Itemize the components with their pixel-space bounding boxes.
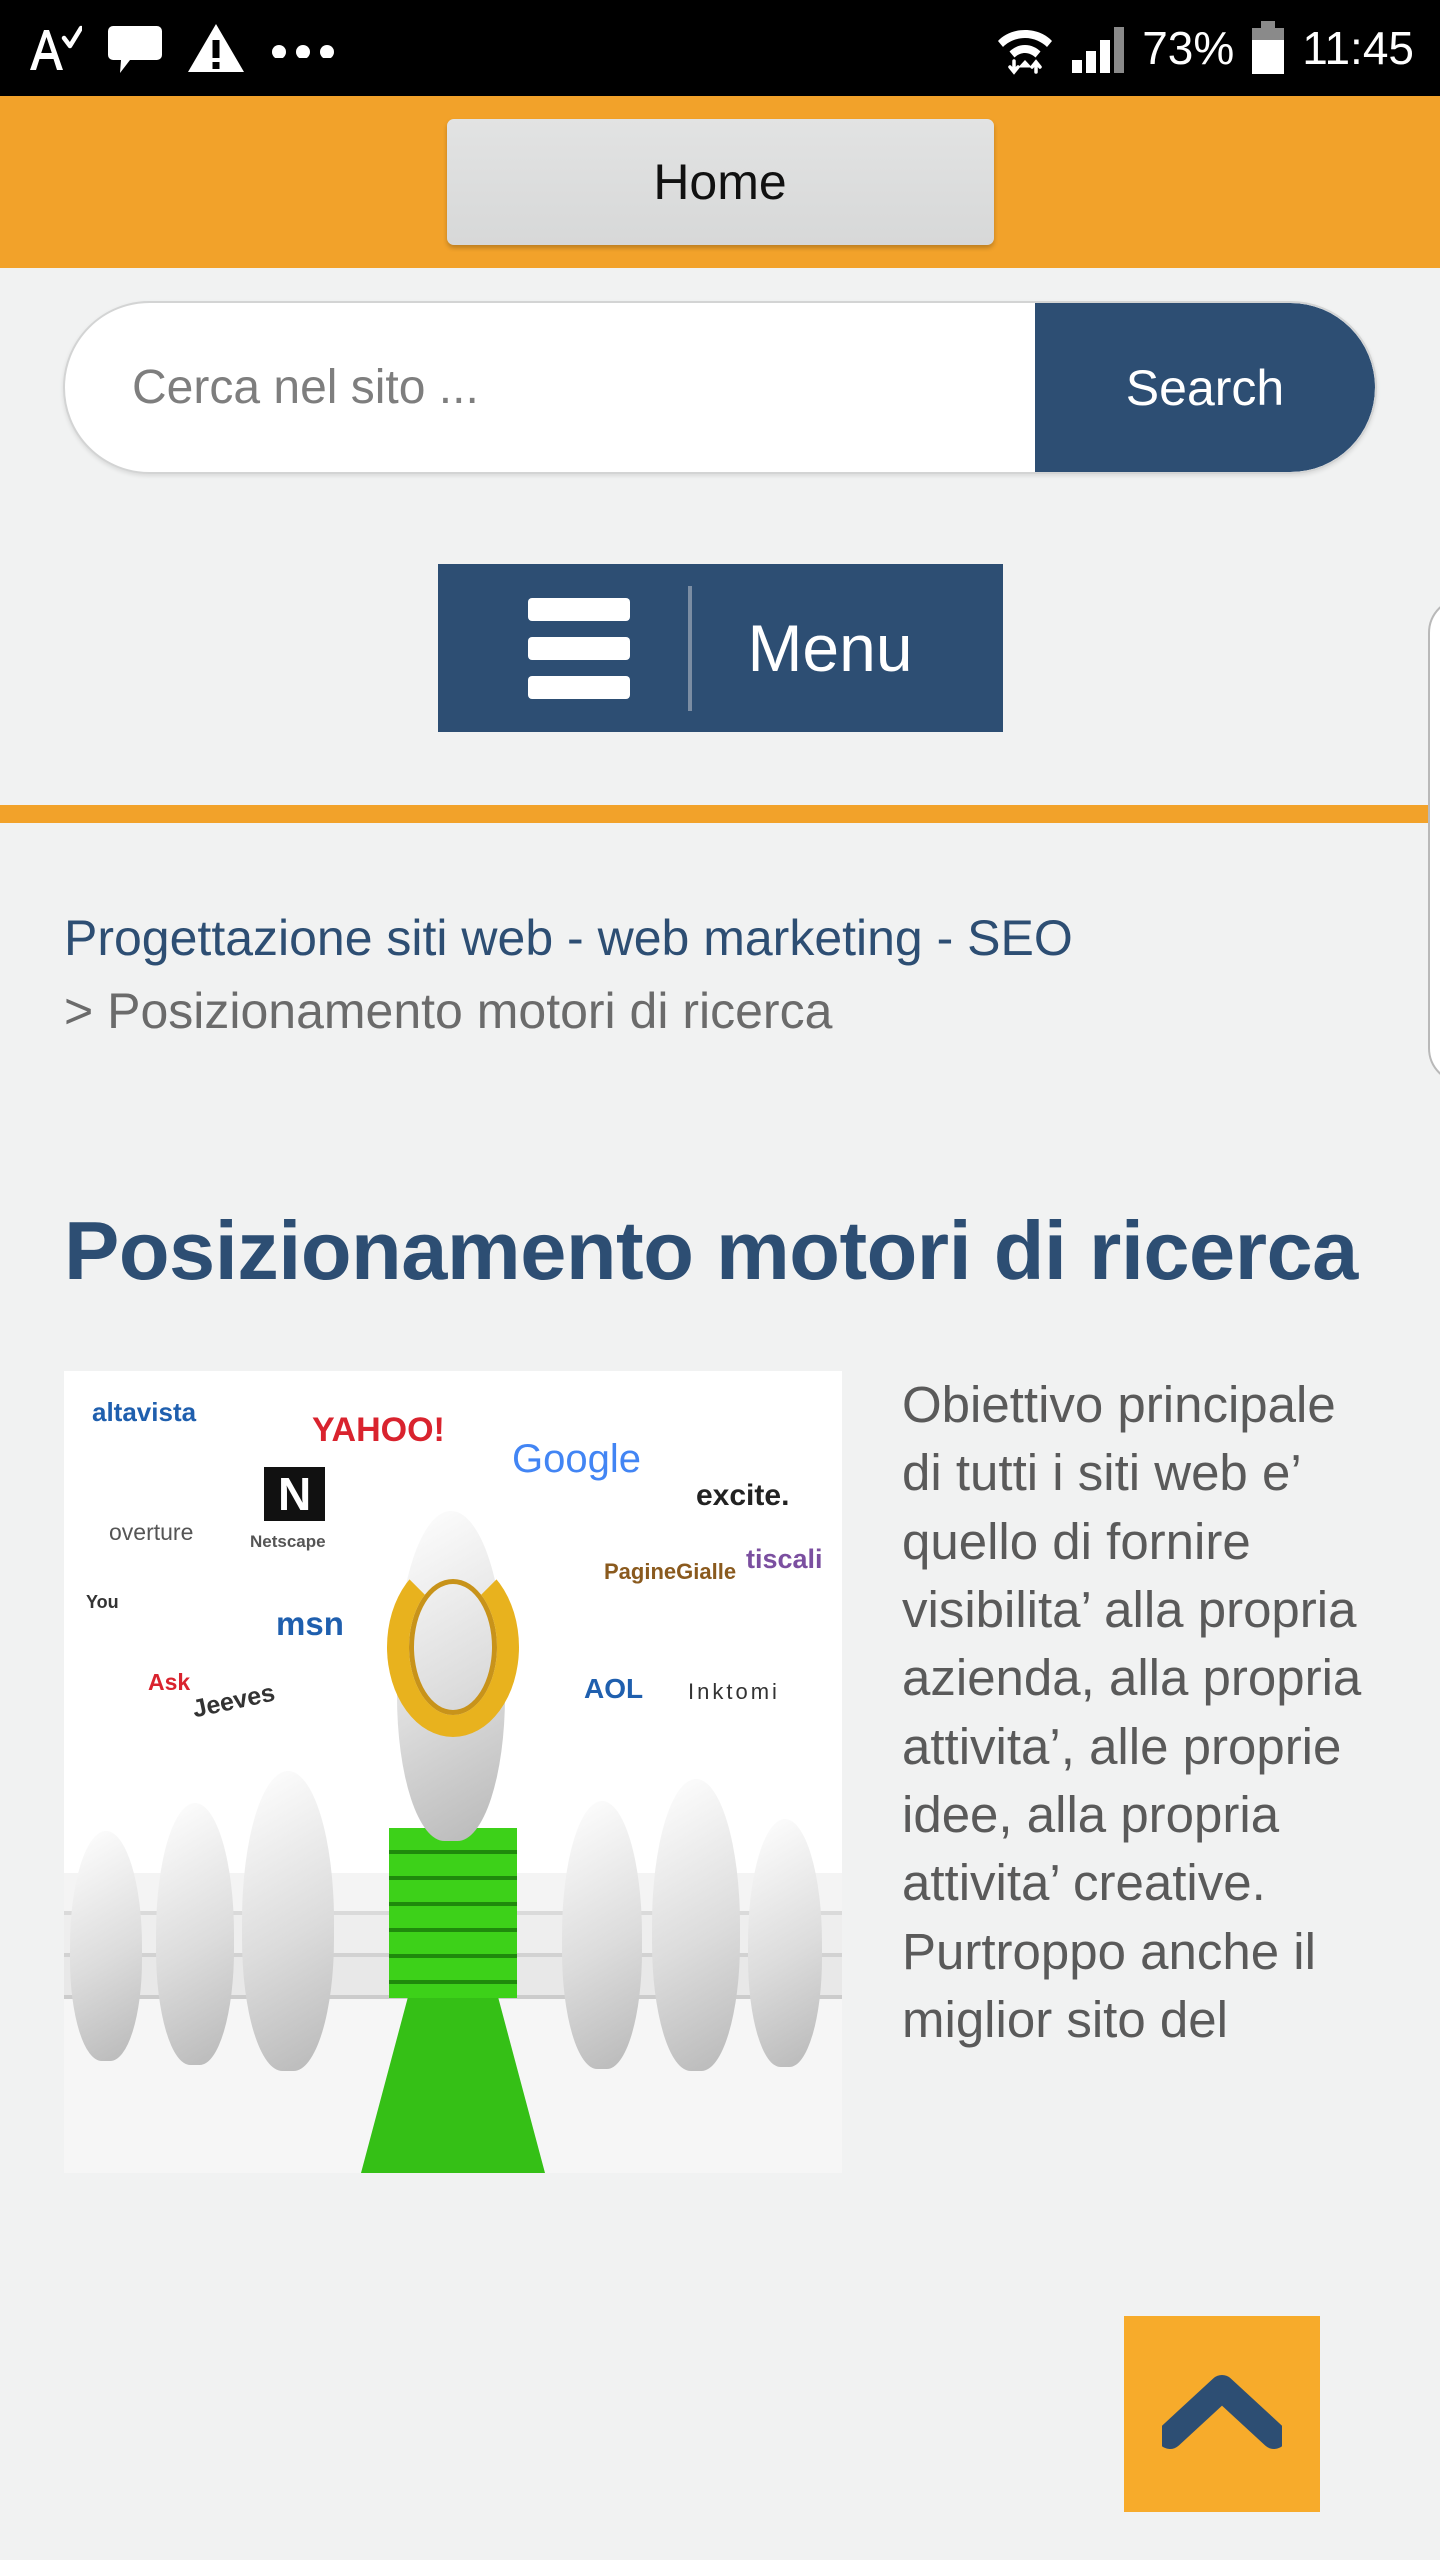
logo-netscape: Netscape xyxy=(250,1531,326,1551)
crowd-figure xyxy=(748,1818,822,2067)
search-engines-podium-illustration: altavista YAHOO! Google excite. N Netsca… xyxy=(64,1370,842,2173)
logo-overture: overture xyxy=(109,1518,194,1545)
breadcrumb-current-page: > Posizionamento motori di ricerca xyxy=(64,983,833,1039)
crowd-figure xyxy=(242,1770,334,2071)
logo-aol: AOL xyxy=(584,1672,644,1704)
breadcrumb-parent-link[interactable]: Progettazione siti web - web marketing -… xyxy=(64,908,1376,969)
crowd-figure xyxy=(156,1802,234,2065)
page-title: Posizionamento motori di ricerca xyxy=(64,1204,1358,1297)
spellcheck-icon xyxy=(26,22,82,74)
status-bar: 73% 11:45 xyxy=(0,0,1440,96)
logo-altavista: altavista xyxy=(92,1396,197,1427)
logo-paginegialle: PagineGialle xyxy=(604,1558,737,1584)
orange-divider-rule xyxy=(0,805,1440,823)
search-input[interactable] xyxy=(65,303,1035,472)
logo-yahoo: YAHOO! xyxy=(312,1410,445,1449)
menu-label: Menu xyxy=(747,611,913,685)
page-scrollbar[interactable] xyxy=(1428,597,1440,1084)
logo-excite: excite. xyxy=(696,1478,790,1512)
logo-msn: msn xyxy=(276,1604,344,1642)
battery-percent-label: 73% xyxy=(1142,22,1235,74)
back-to-top-button[interactable] xyxy=(1124,2316,1320,2512)
logo-youtube: You xyxy=(86,1591,119,1612)
crowd-figure xyxy=(562,1800,642,2069)
logo-jeeves: Jeeves xyxy=(189,1678,278,1724)
search-button[interactable]: Search xyxy=(1035,303,1375,472)
logo-ask: Ask xyxy=(148,1668,191,1695)
logo-tiscali: tiscali xyxy=(746,1543,823,1574)
wifi-icon xyxy=(996,20,1054,76)
status-bar-left-icons xyxy=(26,22,996,74)
logo-google: Google xyxy=(512,1436,641,1481)
search-and-menu-zone: Search Menu xyxy=(0,268,1440,805)
site-header-bar: Home xyxy=(0,96,1440,268)
battery-icon xyxy=(1250,20,1286,76)
menu-toggle-button[interactable]: Menu xyxy=(438,564,1003,732)
breadcrumb: Progettazione siti web - web marketing -… xyxy=(0,823,1440,1117)
crowd-figure xyxy=(652,1778,740,2071)
site-search-bar: Search xyxy=(63,301,1377,474)
laurel-wreath xyxy=(387,1556,519,1737)
cellular-signal-icon xyxy=(1070,22,1126,74)
message-bubble-icon xyxy=(108,22,162,74)
logo-inktomi: Inktomi xyxy=(688,1678,780,1704)
status-bar-right-cluster: 73% 11:45 xyxy=(996,20,1414,76)
crowd-figure xyxy=(70,1830,142,2061)
chevron-up-icon xyxy=(1157,2374,1287,2455)
home-button[interactable]: Home xyxy=(446,119,994,245)
menu-divider xyxy=(688,585,693,711)
clock-label: 11:45 xyxy=(1302,22,1414,74)
green-carpet-steps xyxy=(389,1827,517,1998)
logo-netscape-n: N xyxy=(264,1466,326,1521)
hamburger-icon xyxy=(528,597,631,699)
article-body: altavista YAHOO! Google excite. N Netsca… xyxy=(64,1370,1376,2173)
warning-triangle-icon xyxy=(188,22,244,74)
more-icons-indicator xyxy=(270,38,336,58)
